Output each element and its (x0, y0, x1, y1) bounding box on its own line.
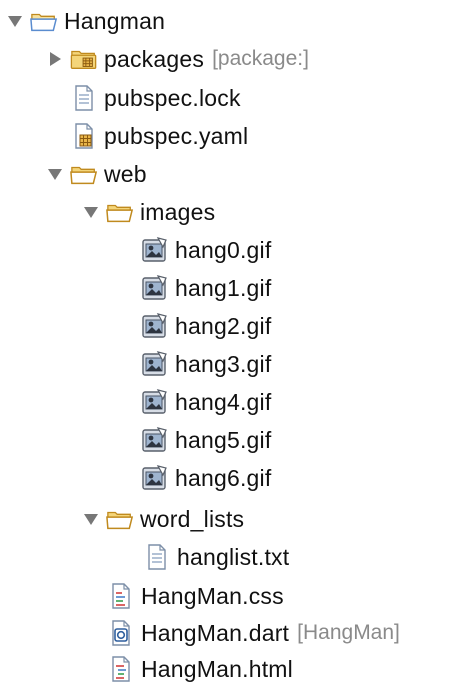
tree-node-hanglist[interactable]: hanglist.txt (143, 538, 289, 576)
tree-node-label: hang3.gif (175, 351, 272, 377)
tree-node-images[interactable]: images (82, 193, 215, 231)
open-folder-icon (70, 160, 98, 188)
image-file-icon (141, 236, 169, 264)
expanded-arrow-icon[interactable] (82, 510, 100, 528)
tree-node-image-file[interactable]: hang3.gif (141, 345, 271, 383)
tree-node-label: Hangman (64, 8, 166, 34)
tree-node-label: HangMan.css (141, 583, 284, 609)
tree-node-web[interactable]: web (46, 155, 147, 193)
image-file-icon (141, 274, 169, 302)
html-file-icon (107, 655, 135, 683)
tree-node-label: packages (104, 46, 205, 72)
image-file-icon (141, 426, 169, 454)
tree-node-hangman-css[interactable]: HangMan.css (107, 577, 284, 615)
yaml-file-icon (70, 122, 98, 150)
image-file-icon (141, 388, 169, 416)
tree-node-label: hang1.gif (175, 275, 272, 301)
tree-node-label: word_lists (140, 506, 245, 532)
package-decoration: [package:] (212, 47, 309, 70)
tree-node-image-file[interactable]: hang0.gif (141, 231, 271, 269)
tree-node-pubspec-yaml[interactable]: pubspec.yaml (70, 117, 248, 155)
tree-node-image-file[interactable]: hang6.gif (141, 459, 271, 497)
tree-node-label: pubspec.yaml (104, 123, 249, 149)
expanded-arrow-icon[interactable] (82, 203, 100, 221)
open-folder-icon (106, 198, 134, 226)
project-explorer-tree: Hangman packages [package:] pubspec.lock… (0, 0, 451, 685)
tree-node-label: hang6.gif (175, 465, 272, 491)
tree-node-hangman-dart[interactable]: HangMan.dart [HangMan] (107, 614, 400, 652)
tree-node-label: hang4.gif (175, 389, 272, 415)
image-file-icon (141, 312, 169, 340)
tree-node-label: hang5.gif (175, 427, 272, 453)
dart-file-icon (107, 619, 135, 647)
tree-node-label: HangMan.dart (141, 620, 290, 646)
css-file-icon (107, 582, 135, 610)
expanded-arrow-icon[interactable] (46, 165, 64, 183)
tree-node-image-file[interactable]: hang5.gif (141, 421, 271, 459)
tree-node-packages[interactable]: packages [package:] (46, 40, 309, 78)
text-file-icon (143, 543, 171, 571)
image-file-icon (141, 464, 169, 492)
text-file-icon (70, 84, 98, 112)
tree-node-word-lists[interactable]: word_lists (82, 500, 244, 538)
open-folder-icon (106, 505, 134, 533)
project-folder-icon (30, 7, 58, 35)
tree-node-image-file[interactable]: hang4.gif (141, 383, 271, 421)
tree-node-label: images (140, 199, 216, 225)
tree-node-hangman[interactable]: Hangman (6, 2, 165, 40)
tree-node-label: web (104, 161, 147, 187)
tree-node-label: hang0.gif (175, 237, 272, 263)
package-folder-icon (70, 45, 98, 73)
tree-node-label: pubspec.lock (104, 85, 241, 111)
tree-node-hangman-html[interactable]: HangMan.html (107, 650, 293, 688)
collapsed-arrow-icon[interactable] (46, 50, 64, 68)
tree-node-image-file[interactable]: hang1.gif (141, 269, 271, 307)
expanded-arrow-icon[interactable] (6, 12, 24, 30)
library-decoration: [HangMan] (297, 621, 400, 644)
tree-node-pubspec-lock[interactable]: pubspec.lock (70, 79, 241, 117)
image-file-icon (141, 350, 169, 378)
tree-node-image-file[interactable]: hang2.gif (141, 307, 271, 345)
tree-node-label: hanglist.txt (177, 544, 290, 570)
tree-node-label: hang2.gif (175, 313, 272, 339)
tree-node-label: HangMan.html (141, 656, 293, 682)
